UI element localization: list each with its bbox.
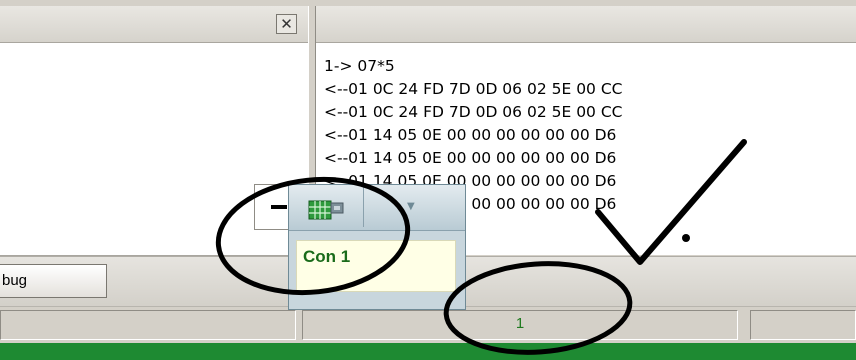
connection-count: 1 xyxy=(515,315,525,332)
popup-separator xyxy=(363,187,364,227)
status-cell-count: 1 xyxy=(302,310,738,340)
console-header xyxy=(316,6,856,43)
minus-icon xyxy=(271,205,287,209)
console-line: <--01 0C 24 FD 7D 0D 06 02 5E 00 CC xyxy=(324,80,623,98)
minimize-button[interactable] xyxy=(254,184,290,230)
progress-bar xyxy=(0,343,856,360)
popup-toolbar: ▼ xyxy=(289,185,465,231)
left-pane-header xyxy=(0,6,308,43)
chevron-down-icon[interactable]: ▼ xyxy=(407,201,415,212)
debug-button[interactable]: bug xyxy=(0,264,107,298)
close-pane-button[interactable]: ✕ xyxy=(276,14,297,34)
status-cell-right xyxy=(750,310,856,340)
network-grid-icon[interactable] xyxy=(307,195,347,223)
connection-popup[interactable]: ▼ Con 1 xyxy=(288,184,466,310)
console-line: <--01 14 05 0E 00 00 00 00 00 00 D6 xyxy=(324,149,617,167)
console-line: <--01 14 05 0E 00 00 00 00 00 00 D6 xyxy=(324,126,617,144)
connection-item[interactable]: Con 1 xyxy=(296,240,456,292)
status-cell-left xyxy=(0,310,296,340)
console-line: <--01 0C 24 FD 7D 0D 06 02 5E 00 CC xyxy=(324,103,623,121)
console-line: 1-> 07*5 xyxy=(324,57,395,75)
connection-label: Con 1 xyxy=(303,247,351,266)
close-icon: ✕ xyxy=(280,15,293,33)
